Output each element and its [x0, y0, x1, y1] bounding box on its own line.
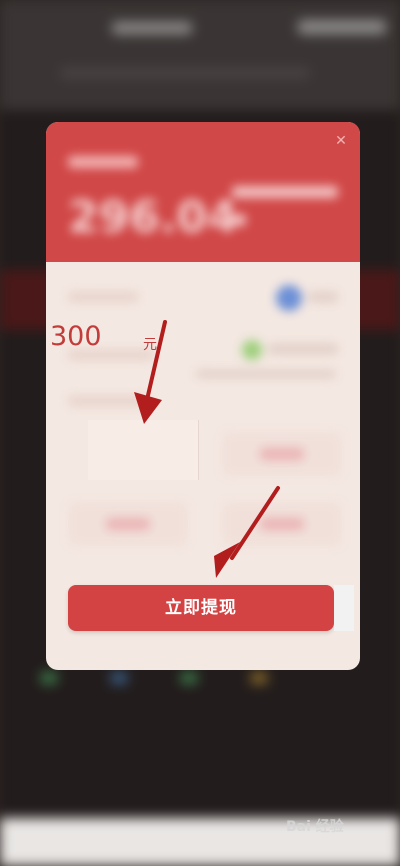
- arrow-to-amount: [134, 320, 167, 424]
- annotation-arrows: [134, 320, 280, 578]
- watermark: Bai 经验: [286, 819, 344, 835]
- arrow-to-withdraw-button: [214, 486, 280, 578]
